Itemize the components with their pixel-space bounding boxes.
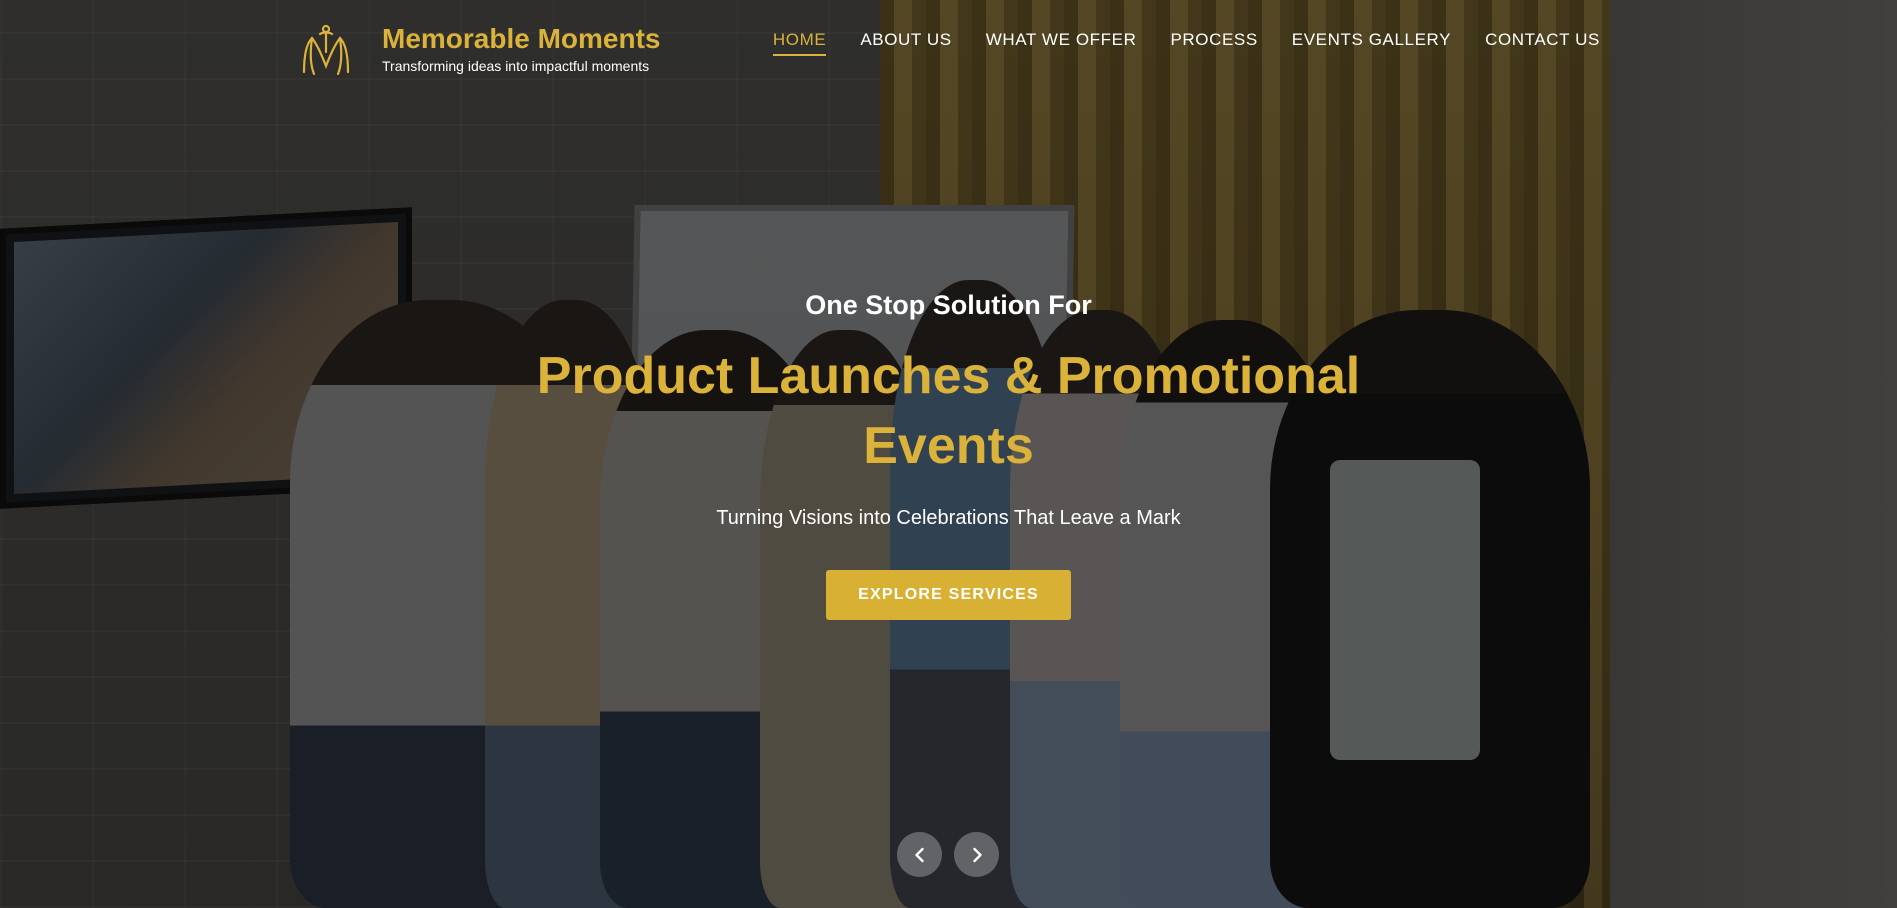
explore-services-button[interactable]: EXPLORE SERVICES — [826, 570, 1071, 620]
chevron-left-icon — [914, 847, 924, 862]
hero-content: One Stop Solution For Product Launches &… — [0, 290, 1897, 620]
nav-contact-us[interactable]: CONTACT US — [1485, 30, 1600, 56]
brand-logo-icon — [302, 24, 350, 76]
hero-heading: Product Launches & Promotional Events — [536, 347, 1361, 475]
nav-events-gallery[interactable]: EVENTS GALLERY — [1292, 30, 1451, 56]
carousel-next-button[interactable] — [954, 832, 999, 877]
chevron-right-icon — [972, 847, 982, 862]
hero-pre-heading: One Stop Solution For — [805, 290, 1092, 320]
nav-process[interactable]: PROCESS — [1170, 30, 1257, 56]
brand-logo-link[interactable]: Memorable Moments Transforming ideas int… — [298, 22, 661, 78]
carousel-controls — [897, 832, 999, 877]
brand-name: Memorable Moments — [382, 23, 661, 54]
hero-section: Memorable Moments Transforming ideas int… — [0, 0, 1897, 908]
nav-home[interactable]: HOME — [772, 30, 827, 56]
brand-tagline: Transforming ideas into impactful moment… — [382, 58, 650, 74]
nav-what-we-offer[interactable]: WHAT WE OFFER — [986, 30, 1137, 56]
hero-subheading: Turning Visions into Celebrations That L… — [716, 507, 1181, 529]
nav-about-us[interactable]: ABOUT US — [860, 30, 951, 56]
main-nav: HOME ABOUT US WHAT WE OFFER PROCESS EVEN… — [772, 30, 1600, 56]
carousel-prev-button[interactable] — [897, 832, 942, 877]
site-header: Memorable Moments Transforming ideas int… — [0, 0, 1897, 90]
